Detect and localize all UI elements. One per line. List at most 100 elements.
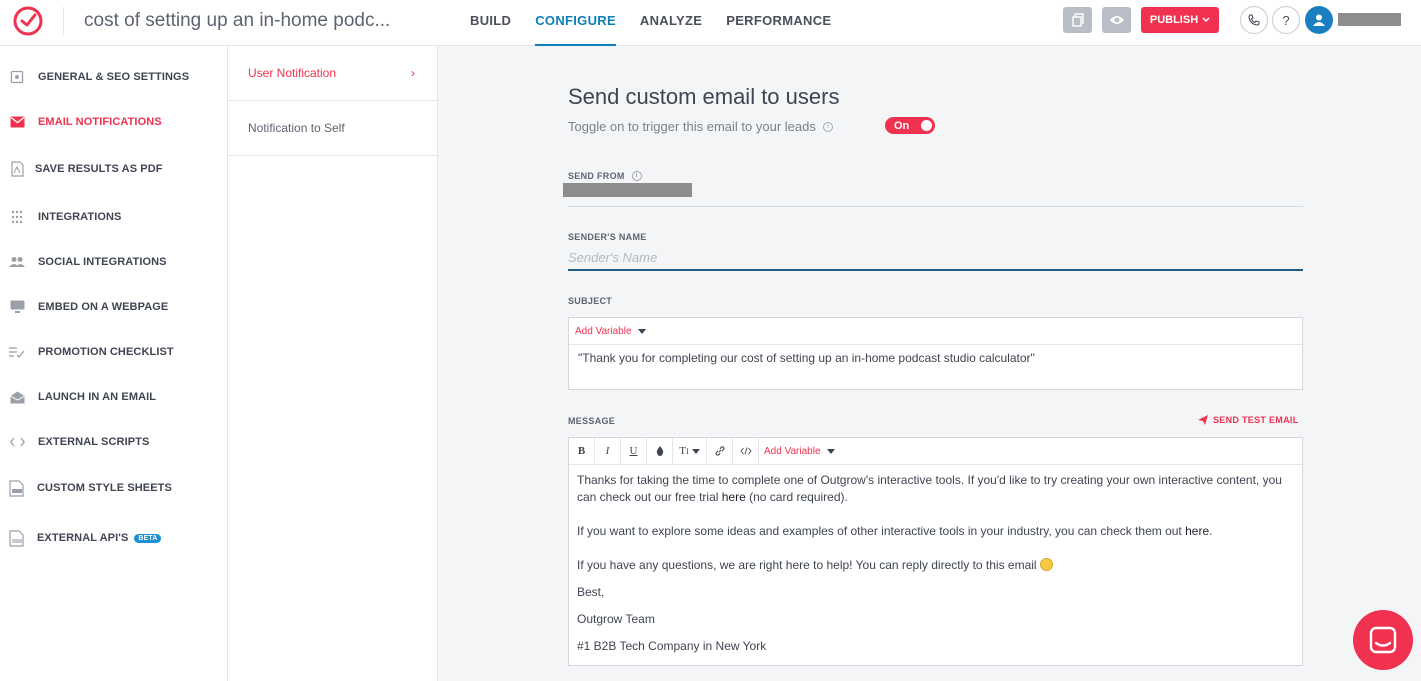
- sidebar-item-label: PROMOTION CHECKLIST: [38, 346, 174, 358]
- message-editor[interactable]: B I U TI Add Variable Thanks for taking …: [568, 437, 1303, 666]
- color-button[interactable]: [647, 438, 673, 464]
- add-variable-label: Add Variable: [764, 445, 821, 457]
- envelope-open-icon: [9, 389, 25, 405]
- font-size-button[interactable]: TI: [673, 438, 707, 464]
- senders-name-label: SENDER'S NAME: [568, 232, 647, 242]
- send-test-label: SEND TEST EMAIL: [1213, 415, 1299, 425]
- phone-button[interactable]: [1240, 6, 1268, 34]
- sidebar-item-label: EMBED ON A WEBPAGE: [38, 301, 169, 313]
- tab-build[interactable]: BUILD: [470, 0, 511, 46]
- page-subtitle: Toggle on to trigger this email to your …: [568, 119, 833, 134]
- message-toolbar: B I U TI Add Variable: [569, 438, 1302, 465]
- sidebar-item-external-apis[interactable]: EXTERNAL API'S BETA: [0, 526, 228, 550]
- tab-analyze[interactable]: ANALYZE: [640, 0, 702, 46]
- caret-down-icon: [637, 328, 646, 334]
- tab-configure[interactable]: CONFIGURE: [535, 0, 616, 46]
- sidebar-item-integrations[interactable]: INTEGRATIONS: [0, 205, 228, 229]
- sidebar-item-label: EXTERNAL SCRIPTS: [38, 436, 150, 448]
- settings-sidebar: GENERAL & SEO SETTINGS EMAIL NOTIFICATIO…: [0, 46, 228, 681]
- publish-button[interactable]: PUBLISH: [1141, 7, 1219, 33]
- css-file-icon: [9, 479, 25, 497]
- sidebar-item-custom-style-sheets[interactable]: CUSTOM STYLE SHEETS: [0, 476, 228, 500]
- checklist-icon: [9, 344, 25, 360]
- sidebar-item-social-integrations[interactable]: SOCIAL INTEGRATIONS: [0, 250, 228, 274]
- sidebar-item-external-scripts[interactable]: EXTERNAL SCRIPTS: [0, 430, 228, 454]
- top-bar: cost of setting up an in-home podc... BU…: [0, 0, 1421, 46]
- eye-icon: [1109, 16, 1124, 24]
- preview-button[interactable]: [1102, 7, 1131, 33]
- send-from-value-redacted[interactable]: [563, 183, 692, 197]
- chat-icon: [1369, 626, 1397, 654]
- beta-badge: BETA: [134, 534, 162, 543]
- bold-button[interactable]: B: [569, 438, 595, 464]
- user-avatar[interactable]: [1305, 6, 1333, 34]
- sidebar-item-label: SOCIAL INTEGRATIONS: [38, 256, 167, 268]
- chat-launcher-button[interactable]: [1353, 610, 1413, 670]
- message-paragraph: If you have any questions, we are right …: [577, 557, 1294, 574]
- sidebar-item-label: SAVE RESULTS AS PDF: [35, 163, 163, 175]
- subject-editor[interactable]: Add Variable "Thank you for completing o…: [568, 317, 1303, 390]
- subnav-item-notification-to-self[interactable]: Notification to Self: [228, 101, 437, 156]
- subject-label: SUBJECT: [568, 296, 613, 306]
- link-button[interactable]: [707, 438, 733, 464]
- message-text: Thanks for taking the time to complete o…: [577, 473, 1282, 504]
- sidebar-item-launch-email[interactable]: LAUNCH IN AN EMAIL: [0, 385, 228, 409]
- send-test-email-button[interactable]: SEND TEST EMAIL: [1198, 415, 1299, 425]
- mail-icon: [9, 114, 25, 130]
- code-view-icon: [739, 447, 752, 455]
- code-icon: [9, 434, 25, 450]
- smiley-emoji-icon: [1039, 558, 1053, 571]
- examples-link[interactable]: here: [1185, 524, 1209, 538]
- sidebar-item-label: INTEGRATIONS: [38, 211, 122, 223]
- font-size-icon: T: [679, 445, 687, 457]
- app-title: cost of setting up an in-home podc...: [84, 10, 391, 31]
- caret-down-icon: [691, 448, 700, 454]
- send-from-underline: [568, 206, 1303, 207]
- settings-icon: [9, 69, 25, 85]
- info-icon[interactable]: i: [822, 121, 833, 132]
- publish-label: PUBLISH: [1149, 14, 1199, 26]
- grid-icon: [9, 209, 25, 225]
- templates-button[interactable]: [1063, 7, 1092, 33]
- sidebar-item-label: CUSTOM STYLE SHEETS: [37, 482, 172, 494]
- copy-icon: [1071, 13, 1084, 27]
- sidebar-item-save-pdf[interactable]: SAVE RESULTS AS PDF: [0, 157, 228, 181]
- chevron-right-icon: ›: [411, 66, 415, 80]
- send-from-label: SEND FROM i: [568, 171, 642, 181]
- tab-performance[interactable]: PERFORMANCE: [726, 0, 831, 46]
- outgrow-logo-icon[interactable]: [12, 5, 44, 37]
- free-trial-link[interactable]: here: [722, 490, 746, 504]
- notification-subnav: User Notification › Notification to Self: [228, 46, 438, 681]
- info-icon[interactable]: i: [631, 171, 642, 181]
- message-team: Outgrow Team: [577, 612, 655, 626]
- message-signoff: Best,: [577, 585, 605, 599]
- subject-add-variable-dropdown[interactable]: Add Variable: [575, 326, 646, 337]
- people-icon: [9, 254, 25, 270]
- add-variable-label: Add Variable: [575, 325, 632, 337]
- help-button[interactable]: ?: [1272, 6, 1300, 34]
- main-nav: BUILD CONFIGURE ANALYZE PERFORMANCE: [470, 0, 855, 46]
- sidebar-item-embed[interactable]: EMBED ON A WEBPAGE: [0, 295, 228, 319]
- sidebar-item-label-text: EXTERNAL API'S: [37, 532, 129, 544]
- underline-button[interactable]: U: [621, 438, 647, 464]
- italic-button[interactable]: I: [595, 438, 621, 464]
- message-text: If you have any questions, we are right …: [577, 558, 1040, 572]
- sidebar-item-email-notifications[interactable]: EMAIL NOTIFICATIONS: [0, 110, 228, 134]
- sidebar-item-general-seo[interactable]: GENERAL & SEO SETTINGS: [0, 65, 228, 89]
- message-body[interactable]: Thanks for taking the time to complete o…: [569, 465, 1302, 672]
- send-icon: [1198, 415, 1208, 425]
- subject-toolbar: Add Variable: [569, 318, 1302, 345]
- help-icon: ?: [1282, 12, 1290, 28]
- message-add-variable-dropdown[interactable]: Add Variable: [764, 446, 835, 457]
- subject-text[interactable]: "Thank you for completing our cost of se…: [569, 345, 1302, 371]
- message-text: (no card required).: [745, 490, 848, 504]
- font-size-subscript: I: [686, 446, 689, 456]
- sidebar-item-label: LAUNCH IN AN EMAIL: [38, 391, 157, 403]
- redacted-username: [1338, 13, 1401, 26]
- code-view-button[interactable]: [733, 438, 759, 464]
- email-trigger-toggle[interactable]: On: [885, 117, 935, 134]
- sidebar-item-promotion-checklist[interactable]: PROMOTION CHECKLIST: [0, 340, 228, 364]
- senders-name-input[interactable]: [568, 246, 1303, 271]
- message-text: If you want to explore some ideas and ex…: [577, 524, 1186, 538]
- subnav-item-user-notification[interactable]: User Notification ›: [228, 46, 437, 101]
